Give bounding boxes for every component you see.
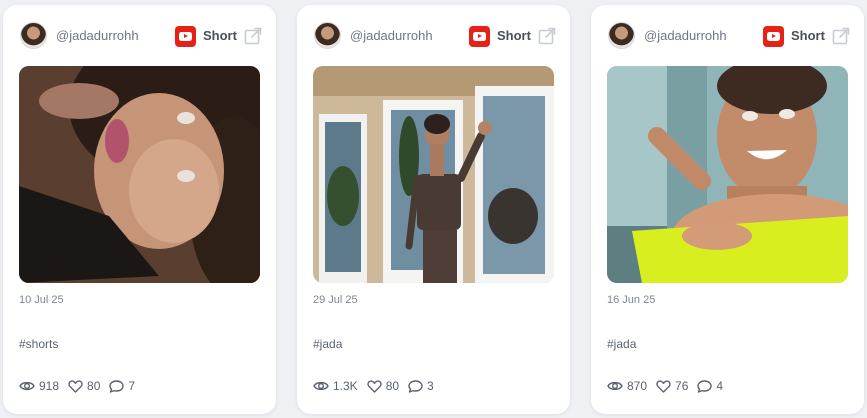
comment-icon (408, 379, 423, 393)
views-stat: 870 (607, 379, 647, 393)
external-link-icon[interactable] (537, 26, 557, 46)
comments-stat: 4 (697, 379, 723, 393)
eye-icon (313, 381, 329, 391)
post-date: 16 Jun 25 (607, 294, 656, 306)
post-stats: 918 80 7 (19, 379, 144, 393)
views-count: 870 (627, 379, 648, 393)
youtube-icon (469, 26, 490, 47)
video-thumbnail[interactable] (607, 66, 848, 283)
avatar[interactable] (608, 22, 635, 49)
author-handle[interactable]: @jadadurrohh (56, 28, 139, 43)
post-date: 29 Jul 25 (313, 294, 358, 306)
post-date: 10 Jul 25 (19, 294, 64, 306)
platform-label: Short (203, 28, 237, 43)
card-header: @jadadurrohh Short (20, 22, 276, 52)
heart-icon (656, 379, 671, 393)
heart-icon (367, 379, 382, 393)
avatar[interactable] (20, 22, 47, 49)
views-stat: 918 (19, 379, 59, 393)
likes-stat: 80 (68, 379, 100, 393)
views-stat: 1.3K (313, 379, 358, 393)
comments-count: 4 (716, 379, 724, 393)
author-handle[interactable]: @jadadurrohh (644, 28, 727, 43)
eye-icon (19, 381, 35, 391)
author-handle[interactable]: @jadadurrohh (350, 28, 433, 43)
post-stats: 870 76 4 (607, 379, 732, 393)
heart-icon (68, 379, 83, 393)
platform-label: Short (497, 28, 531, 43)
post-caption: #jada (607, 337, 637, 351)
post-card[interactable]: @jadadurrohh Short 16 Jun 25 #jada 870 7… (591, 5, 864, 414)
card-header: @jadadurrohh Short (608, 22, 864, 52)
views-count: 918 (39, 379, 60, 393)
youtube-icon (763, 26, 784, 47)
external-link-icon[interactable] (243, 26, 263, 46)
comments-stat: 3 (408, 379, 434, 393)
comments-count: 3 (427, 379, 434, 393)
post-caption: #shorts (19, 337, 59, 351)
card-header: @jadadurrohh Short (314, 22, 570, 52)
video-thumbnail[interactable] (19, 66, 260, 283)
post-caption: #jada (313, 337, 343, 351)
views-count: 1.3K (333, 379, 358, 393)
post-card[interactable]: @jadadurrohh Short 29 Jul 25 #jada 1.3K … (297, 5, 570, 414)
youtube-icon (175, 26, 196, 47)
comment-icon (697, 379, 713, 393)
likes-count: 80 (385, 379, 400, 393)
post-card[interactable]: @jadadurrohh Short 10 Jul 25 #shorts 918 (3, 5, 276, 414)
eye-icon (607, 381, 623, 391)
likes-stat: 80 (367, 379, 399, 393)
external-link-icon[interactable] (831, 26, 851, 46)
likes-count: 76 (675, 379, 689, 393)
comment-icon (109, 379, 125, 393)
likes-count: 80 (87, 379, 101, 393)
platform-label: Short (791, 28, 825, 43)
video-thumbnail[interactable] (313, 66, 554, 283)
comments-stat: 7 (109, 379, 135, 393)
comments-count: 7 (128, 379, 136, 393)
avatar[interactable] (314, 22, 341, 49)
likes-stat: 76 (656, 379, 688, 393)
post-stats: 1.3K 80 3 (313, 379, 443, 393)
